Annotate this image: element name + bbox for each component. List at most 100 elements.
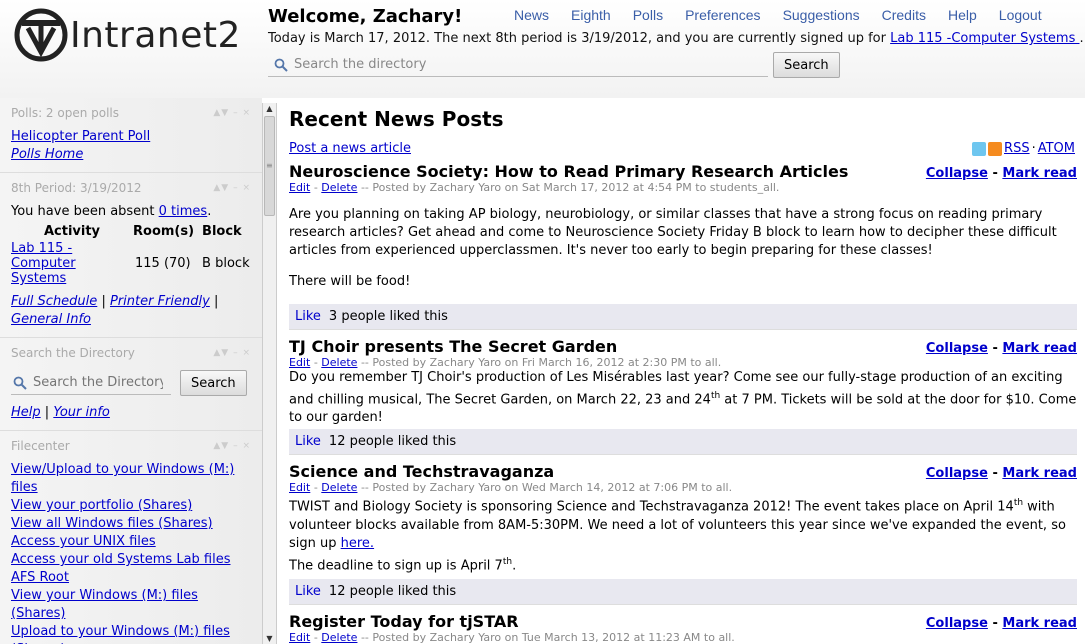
post-meta: -- Posted by Zachary Yaro on Fri March 1…	[357, 356, 722, 369]
col-activity: Activity	[43, 224, 101, 239]
logo[interactable]: Intranet2	[14, 8, 241, 62]
filecenter-link[interactable]: View all Windows files (Shares)	[11, 515, 251, 533]
mark-read-link[interactable]: Mark read	[1002, 341, 1077, 356]
post-title: TJ Choir presents The Secret Garden	[289, 337, 618, 356]
absent-count-link[interactable]: 0 times	[159, 204, 208, 219]
rooms-value: 115 (70)	[135, 256, 191, 271]
helicopter-poll-link[interactable]: Helicopter Parent Poll	[11, 129, 150, 144]
help-link[interactable]: Help	[11, 405, 41, 420]
action-separator: -	[992, 166, 998, 181]
top-nav: News Eighth Polls Preferences Suggestion…	[514, 7, 1042, 23]
logo-text: Intranet2	[70, 14, 241, 56]
edit-link[interactable]: Edit	[289, 481, 310, 494]
post-title: Neuroscience Society: How to Read Primar…	[289, 162, 849, 181]
sidebar: Polls: 2 open polls ▲▼ – × Helicopter Par…	[0, 98, 262, 644]
eighth-box-title: 8th Period: 3/19/2012	[11, 181, 142, 195]
nav-news[interactable]: News	[514, 7, 549, 23]
post-body: TWIST and Biology Society is sponsoring …	[289, 498, 1066, 551]
absence-info: You have been absent 0 times.	[11, 203, 251, 221]
news-post: Neuroscience Society: How to Read Primar…	[289, 162, 1077, 330]
sidebar-search-input[interactable]	[33, 375, 163, 390]
directory-search-field[interactable]	[268, 53, 768, 77]
nav-help[interactable]: Help	[948, 7, 977, 23]
nav-eighth[interactable]: Eighth	[571, 7, 611, 23]
filecenter-link[interactable]: Access your old Systems Lab files	[11, 551, 251, 569]
separator: |	[213, 294, 219, 309]
nav-preferences[interactable]: Preferences	[685, 7, 760, 23]
atom-link[interactable]: ATOM	[1038, 141, 1075, 156]
sidebar-search-field[interactable]	[11, 371, 171, 395]
filecenter-link[interactable]: Access your UNIX files	[11, 533, 251, 551]
edit-link[interactable]: Edit	[289, 356, 310, 369]
nav-logout[interactable]: Logout	[999, 7, 1042, 23]
filecenter-link[interactable]: View your portfolio (Shares)	[11, 497, 251, 515]
general-info-link[interactable]: General Info	[11, 312, 91, 327]
page-title: Recent News Posts	[289, 107, 504, 131]
col-rooms: Room(s)	[133, 224, 195, 239]
post-meta: -- Posted by Zachary Yaro on Sat March 1…	[357, 181, 780, 194]
header: Intranet2 Welcome, Zachary! News Eighth …	[0, 0, 1085, 98]
like-count: 12 people liked this	[328, 583, 457, 599]
col-block: Block	[202, 224, 242, 239]
post-meta: -- Posted by Zachary Yaro on Wed March 1…	[357, 481, 733, 495]
collapse-link[interactable]: Collapse	[926, 616, 988, 631]
action-separator: -	[992, 466, 998, 482]
your-info-link[interactable]: Your info	[53, 405, 110, 420]
action-separator: -	[992, 341, 998, 356]
full-schedule-link[interactable]: Full Schedule	[11, 294, 97, 309]
rss-link[interactable]: RSS	[1004, 141, 1030, 156]
activity-link[interactable]: Lab 115 -Computer Systems	[11, 241, 76, 286]
collapse-link[interactable]: Collapse	[926, 466, 988, 481]
search-button[interactable]: Search	[773, 52, 840, 78]
edit-link[interactable]: Edit	[289, 631, 310, 644]
mark-read-link[interactable]: Mark read	[1002, 166, 1077, 181]
box-controls-icon[interactable]: ▲▼ – ×	[213, 437, 251, 455]
post-meta: -- Posted by Zachary Yaro on Tue March 1…	[357, 630, 735, 644]
nav-polls[interactable]: Polls	[633, 7, 663, 23]
delete-link[interactable]: Delete	[321, 481, 357, 494]
collapse-link[interactable]: Collapse	[926, 341, 988, 356]
box-controls-icon[interactable]: ▲▼ – ×	[213, 179, 251, 197]
box-controls-icon[interactable]: ▲▼ – ×	[213, 104, 251, 122]
sign-up-link[interactable]: here.	[341, 536, 374, 551]
today-text: Today is March 17, 2012. The next 8th pe…	[268, 31, 891, 46]
box-controls-icon[interactable]: ▲▼ – ×	[213, 344, 251, 362]
filecenter-link[interactable]: Upload to your Windows (M:) files (Share…	[11, 623, 251, 644]
scroll-down-icon[interactable]: ▼	[263, 633, 276, 644]
collapse-link[interactable]: Collapse	[926, 166, 988, 181]
polls-home-link[interactable]: Polls Home	[11, 147, 83, 162]
nav-suggestions[interactable]: Suggestions	[783, 7, 860, 23]
delete-link[interactable]: Delete	[321, 631, 357, 644]
filecenter-link[interactable]: View your Windows (M:) files (Shares)	[11, 587, 251, 623]
sidebar-scrollbar[interactable]: ▲ ≡ ▼	[262, 103, 277, 644]
separator: |	[44, 405, 50, 420]
edit-link[interactable]: Edit	[289, 181, 310, 194]
post-body: Are you planning on taking AP biology, n…	[289, 207, 1057, 258]
eighth-box: 8th Period: 3/19/2012 ▲▼ – × You have bee…	[0, 173, 262, 338]
nav-credits[interactable]: Credits	[882, 7, 926, 23]
mark-read-link[interactable]: Mark read	[1002, 616, 1077, 631]
filecenter-box-title: Filecenter	[11, 439, 70, 453]
rss-icon[interactable]	[988, 141, 1003, 156]
filecenter-link[interactable]: AFS Root	[11, 569, 251, 587]
directory-search-input[interactable]	[294, 57, 768, 72]
like-button[interactable]: Like	[295, 309, 321, 324]
twitter-icon[interactable]	[972, 141, 987, 156]
sidebar-search-button[interactable]: Search	[180, 370, 247, 396]
post-body: Do you remember TJ Choir's production of…	[289, 370, 1077, 426]
scroll-up-icon[interactable]: ▲	[263, 103, 276, 114]
intranet-logo-icon	[14, 8, 68, 62]
post-news-link[interactable]: Post a news article	[289, 141, 411, 156]
mark-read-link[interactable]: Mark read	[1002, 466, 1077, 481]
signed-up-activity-link[interactable]: Lab 115 -Computer Systems	[890, 31, 1079, 46]
absent-text: You have been absent	[11, 204, 159, 219]
post-title: Register Today for tjSTAR	[289, 611, 519, 631]
feed-separator: ·	[1031, 141, 1036, 156]
delete-link[interactable]: Delete	[321, 181, 357, 194]
like-button[interactable]: Like	[295, 434, 321, 449]
printer-friendly-link[interactable]: Printer Friendly	[110, 294, 210, 309]
like-button[interactable]: Like	[295, 584, 321, 599]
directory-box-title: Search the Directory	[11, 346, 135, 360]
delete-link[interactable]: Delete	[321, 356, 357, 369]
filecenter-link[interactable]: View/Upload to your Windows (M:) files	[11, 461, 251, 497]
